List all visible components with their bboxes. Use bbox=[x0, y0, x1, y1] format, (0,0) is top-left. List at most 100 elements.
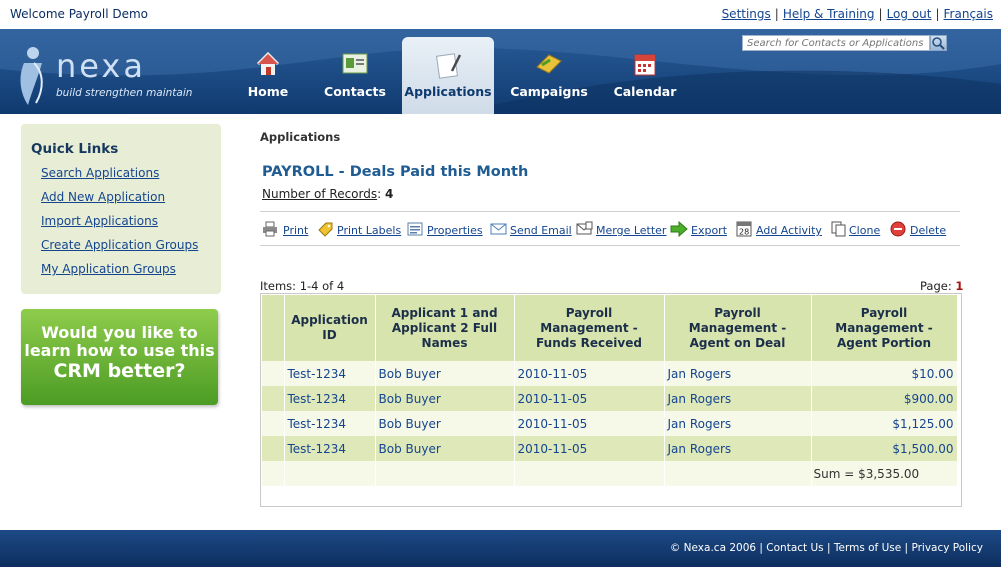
contact-us-link[interactable]: Contact Us bbox=[766, 542, 823, 554]
footer-links: © Nexa.ca 2006 | Contact Us | Terms of U… bbox=[669, 542, 983, 554]
nav-applications-label: Applications bbox=[404, 84, 492, 99]
agent-on-deal-cell[interactable]: Jan Rogers bbox=[664, 386, 812, 411]
privacy-policy-link[interactable]: Privacy Policy bbox=[911, 542, 983, 554]
applicant-names-cell[interactable]: Bob Buyer bbox=[375, 361, 515, 386]
column-header-agent-portion[interactable]: Payroll Management - Agent Portion bbox=[811, 295, 958, 361]
column-header-funds-received[interactable]: Payroll Management - Funds Received bbox=[514, 295, 665, 361]
table-row[interactable]: Test-1234 Bob Buyer 2010-11-05 Jan Roger… bbox=[262, 361, 958, 386]
page-number[interactable]: 1 bbox=[955, 279, 963, 293]
language-link[interactable]: Français bbox=[944, 7, 993, 21]
top-links: Settings | Help & Training | Log out | Françai… bbox=[721, 7, 993, 21]
footer: © Nexa.ca 2006 | Contact Us | Terms of U… bbox=[0, 530, 1001, 567]
contacts-card-icon bbox=[342, 53, 368, 74]
application-id-cell[interactable]: Test-1234 bbox=[284, 411, 376, 436]
nav-contacts[interactable]: Contacts bbox=[320, 37, 390, 114]
row-selector-cell bbox=[262, 436, 285, 461]
svg-text:28: 28 bbox=[739, 228, 749, 237]
funds-received-cell[interactable]: 2010-11-05 bbox=[514, 386, 665, 411]
crm-training-promo-button[interactable]: Would you like to learn how to use this … bbox=[21, 309, 218, 405]
records-separator: : bbox=[377, 187, 382, 201]
promo-line: learn how to use this bbox=[24, 341, 215, 360]
agent-on-deal-cell[interactable]: Jan Rogers bbox=[664, 361, 812, 386]
document-pencil-icon bbox=[435, 53, 462, 79]
funds-received-cell[interactable]: 2010-11-05 bbox=[514, 436, 665, 461]
quick-link-item: Import Applications bbox=[41, 214, 198, 238]
welcome-text: Welcome Payroll Demo bbox=[10, 7, 149, 21]
nav-campaigns[interactable]: Campaigns bbox=[506, 37, 592, 114]
quick-link-item: Search Applications bbox=[41, 166, 198, 190]
label-tag-icon bbox=[318, 222, 333, 237]
agent-portion-cell[interactable]: $1,125.00 bbox=[811, 411, 958, 436]
properties-list-icon bbox=[407, 222, 423, 236]
import-applications-link[interactable]: Import Applications bbox=[41, 214, 158, 228]
records-count: Number of Records: 4 bbox=[262, 187, 393, 201]
agent-portion-cell[interactable]: $1,500.00 bbox=[811, 436, 958, 461]
pagination: Page: 1 bbox=[920, 279, 963, 293]
clone-label: Clone bbox=[849, 224, 881, 237]
results-table: Application ID Applicant 1 and Applicant… bbox=[262, 295, 958, 486]
action-toolbar: Print Print Labels Properties Send Email… bbox=[260, 211, 960, 246]
quick-link-item: Create Application Groups bbox=[41, 238, 198, 262]
agent-portion-cell[interactable]: $10.00 bbox=[811, 361, 958, 386]
search-input[interactable] bbox=[742, 35, 930, 51]
envelope-icon bbox=[490, 223, 507, 235]
promo-line: Would you like to bbox=[41, 323, 198, 342]
settings-link[interactable]: Settings bbox=[722, 7, 771, 21]
funds-received-cell[interactable]: 2010-11-05 bbox=[514, 411, 665, 436]
page-title: PAYROLL - Deals Paid this Month bbox=[262, 164, 529, 180]
quick-links-panel: Quick Links Search Applications Add New … bbox=[21, 124, 221, 294]
printer-icon bbox=[263, 221, 277, 237]
add-new-application-link[interactable]: Add New Application bbox=[41, 190, 165, 204]
search-applications-link[interactable]: Search Applications bbox=[41, 166, 159, 180]
funds-received-cell[interactable]: 2010-11-05 bbox=[514, 361, 665, 386]
calendar-day-icon: 28 bbox=[736, 221, 752, 237]
items-range-text: Items: 1-4 of 4 bbox=[260, 279, 345, 293]
nav-calendar-label: Calendar bbox=[613, 84, 677, 99]
promo-line: CRM better? bbox=[53, 360, 186, 382]
sum-value: Sum = $3,535.00 bbox=[811, 461, 958, 486]
application-id-cell[interactable]: Test-1234 bbox=[284, 386, 376, 411]
records-value: 4 bbox=[385, 187, 394, 201]
merge-letter-label: Merge Letter bbox=[596, 224, 667, 237]
applicant-names-cell[interactable]: Bob Buyer bbox=[375, 436, 515, 461]
applicant-names-cell[interactable]: Bob Buyer bbox=[375, 411, 515, 436]
column-header-agent-on-deal[interactable]: Payroll Management - Agent on Deal bbox=[664, 295, 812, 361]
records-label: Number of Records bbox=[262, 187, 378, 201]
applicant-names-cell[interactable]: Bob Buyer bbox=[375, 386, 515, 411]
logo-figure-icon bbox=[20, 47, 43, 105]
agent-on-deal-cell[interactable]: Jan Rogers bbox=[664, 411, 812, 436]
nav-home-label: Home bbox=[247, 84, 289, 99]
column-header-application-id[interactable]: Application ID bbox=[284, 295, 376, 361]
row-selector-header bbox=[262, 295, 285, 361]
campaign-icon bbox=[536, 54, 562, 74]
table-row[interactable]: Test-1234 Bob Buyer 2010-11-05 Jan Roger… bbox=[262, 386, 958, 411]
quick-links-title: Quick Links bbox=[31, 141, 119, 157]
nav-home[interactable]: Home bbox=[236, 37, 300, 114]
nexa-logo[interactable]: nexa build strengthen maintain bbox=[16, 41, 206, 106]
application-id-cell[interactable]: Test-1234 bbox=[284, 436, 376, 461]
application-id-cell[interactable]: Test-1234 bbox=[284, 361, 376, 386]
search-button[interactable] bbox=[930, 35, 947, 51]
nav-campaigns-label: Campaigns bbox=[510, 84, 588, 99]
column-header-applicant-names[interactable]: Applicant 1 and Applicant 2 Full Names bbox=[375, 295, 515, 361]
nav-contacts-label: Contacts bbox=[324, 84, 386, 99]
export-label: Export bbox=[691, 224, 728, 237]
create-application-groups-link[interactable]: Create Application Groups bbox=[41, 238, 198, 252]
table-row[interactable]: Test-1234 Bob Buyer 2010-11-05 Jan Roger… bbox=[262, 411, 958, 436]
nav-applications[interactable]: Applications bbox=[402, 37, 494, 114]
terms-of-use-link[interactable]: Terms of Use bbox=[834, 542, 901, 554]
export-arrow-icon bbox=[670, 221, 688, 237]
delete-circle-icon bbox=[890, 221, 906, 237]
my-application-groups-link[interactable]: My Application Groups bbox=[41, 262, 176, 276]
logo-tagline: build strengthen maintain bbox=[56, 87, 193, 99]
agent-on-deal-cell[interactable]: Jan Rogers bbox=[664, 436, 812, 461]
delete-label: Delete bbox=[910, 224, 947, 237]
agent-portion-cell[interactable]: $900.00 bbox=[811, 386, 958, 411]
breadcrumb: Applications bbox=[260, 130, 341, 144]
table-header-row: Application ID Applicant 1 and Applicant… bbox=[262, 295, 958, 361]
merge-letter-icon bbox=[576, 221, 593, 235]
nav-calendar[interactable]: Calendar bbox=[610, 37, 680, 114]
help-training-link[interactable]: Help & Training bbox=[783, 7, 875, 21]
logout-link[interactable]: Log out bbox=[887, 7, 932, 21]
table-row[interactable]: Test-1234 Bob Buyer 2010-11-05 Jan Roger… bbox=[262, 436, 958, 461]
